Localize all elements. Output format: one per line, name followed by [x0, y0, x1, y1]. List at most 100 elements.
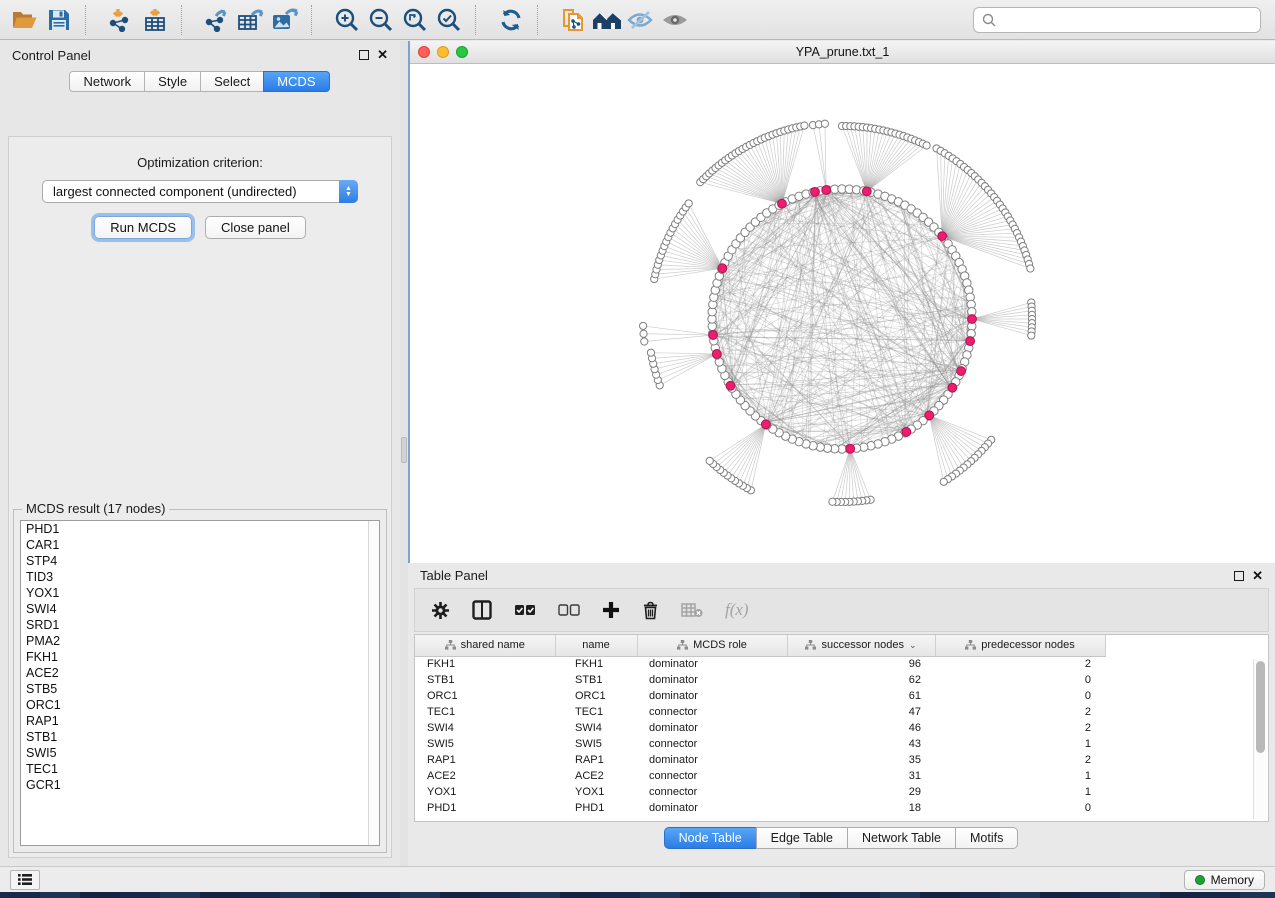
- zoom-fit-icon[interactable]: [398, 4, 432, 36]
- add-column-icon[interactable]: [602, 601, 620, 619]
- mcds-result-item[interactable]: TEC1: [21, 761, 379, 777]
- tab-mcds[interactable]: MCDS: [263, 71, 329, 92]
- table-row[interactable]: STB1STB1dominator620: [415, 672, 1105, 688]
- close-panel-button[interactable]: Close panel: [205, 216, 306, 239]
- table-row[interactable]: SWI5SWI5connector431: [415, 736, 1105, 752]
- table-row[interactable]: TEC1TEC1connector472: [415, 704, 1105, 720]
- mcds-node[interactable]: [966, 337, 975, 346]
- satellite-node[interactable]: [829, 498, 836, 505]
- tab-select[interactable]: Select: [200, 71, 264, 92]
- table-scrollbar-thumb[interactable]: [1256, 661, 1265, 753]
- column-header-successor-nodes[interactable]: successor nodes⌄: [787, 635, 935, 656]
- settings-gear-icon[interactable]: [431, 601, 450, 620]
- close-panel-icon[interactable]: ✕: [1252, 571, 1263, 581]
- satellite-node[interactable]: [706, 457, 713, 464]
- satellite-node[interactable]: [1028, 332, 1035, 339]
- close-panel-icon[interactable]: ✕: [377, 50, 388, 60]
- memory-button[interactable]: Memory: [1184, 870, 1265, 890]
- mcds-result-item[interactable]: RAP1: [21, 713, 379, 729]
- mcds-node[interactable]: [778, 199, 787, 208]
- mcds-result-item[interactable]: STB1: [21, 729, 379, 745]
- mcds-node[interactable]: [968, 315, 977, 324]
- column-header-MCDS-role[interactable]: MCDS role: [637, 635, 787, 656]
- export-image-icon[interactable]: [268, 4, 302, 36]
- delete-column-trash-icon[interactable]: [642, 601, 659, 620]
- export-network-icon[interactable]: [200, 4, 234, 36]
- satellite-node[interactable]: [1027, 265, 1034, 272]
- mcds-node[interactable]: [902, 428, 911, 437]
- hide-selected-eye-icon[interactable]: [624, 4, 658, 36]
- tab-network-table[interactable]: Network Table: [847, 827, 956, 849]
- mcds-result-item[interactable]: SWI5: [21, 745, 379, 761]
- save-icon[interactable]: [42, 4, 76, 36]
- show-column-icon[interactable]: [472, 600, 492, 620]
- open-folder-icon[interactable]: [8, 4, 42, 36]
- mcds-node[interactable]: [948, 383, 957, 392]
- satellite-node[interactable]: [640, 330, 647, 337]
- float-window-icon[interactable]: [359, 50, 369, 60]
- mcds-node[interactable]: [726, 381, 735, 390]
- result-list-scrollbar[interactable]: [368, 521, 379, 845]
- search-field[interactable]: [973, 7, 1261, 33]
- zoom-in-icon[interactable]: [330, 4, 364, 36]
- optimization-criterion-dropdown[interactable]: largest connected component (undirected)…: [42, 180, 358, 203]
- first-neighbors-icon[interactable]: [556, 4, 590, 36]
- go-home-icon[interactable]: [590, 4, 624, 36]
- table-row[interactable]: ORC1ORC1dominator610: [415, 688, 1105, 704]
- run-mcds-button[interactable]: Run MCDS: [94, 216, 192, 239]
- search-input[interactable]: [1002, 13, 1252, 27]
- mcds-node[interactable]: [761, 420, 770, 429]
- show-tasks-button[interactable]: [10, 870, 40, 890]
- deselect-all-icon[interactable]: [558, 603, 580, 617]
- network-canvas[interactable]: [410, 64, 1275, 561]
- show-all-eye-icon[interactable]: [658, 4, 692, 36]
- network-graph[interactable]: [410, 64, 1275, 561]
- mcds-node[interactable]: [862, 187, 871, 196]
- refresh-icon[interactable]: [494, 4, 528, 36]
- table-row[interactable]: SWI4SWI4dominator462: [415, 720, 1105, 736]
- table-scrollbar[interactable]: [1253, 659, 1266, 819]
- satellite-node[interactable]: [821, 120, 828, 127]
- table-row[interactable]: ACE2ACE2connector311: [415, 768, 1105, 784]
- network-window-titlebar[interactable]: YPA_prune.txt_1: [410, 41, 1275, 64]
- mcds-result-item[interactable]: YOX1: [21, 585, 379, 601]
- tab-node-table[interactable]: Node Table: [664, 827, 757, 849]
- column-header-shared-name[interactable]: shared name: [415, 635, 555, 656]
- satellite-node[interactable]: [641, 338, 648, 345]
- tab-style[interactable]: Style: [144, 71, 201, 92]
- mcds-result-item[interactable]: SWI4: [21, 601, 379, 617]
- mcds-node[interactable]: [846, 444, 855, 453]
- mcds-result-list[interactable]: PHD1CAR1STP4TID3YOX1SWI4SRD1PMA2FKH1ACE2…: [20, 520, 380, 846]
- mcds-result-item[interactable]: FKH1: [21, 649, 379, 665]
- mcds-result-item[interactable]: PMA2: [21, 633, 379, 649]
- mcds-node[interactable]: [709, 331, 718, 340]
- satellite-node[interactable]: [801, 122, 808, 129]
- node-table[interactable]: shared namenameMCDS rolesuccessor nodes⌄…: [414, 634, 1269, 822]
- vertical-splitter[interactable]: [400, 41, 408, 866]
- mcds-node[interactable]: [957, 367, 966, 376]
- mcds-node[interactable]: [712, 350, 721, 359]
- float-window-icon[interactable]: [1234, 571, 1244, 581]
- splitter-handle[interactable]: [401, 437, 407, 463]
- mcds-node[interactable]: [718, 264, 727, 273]
- mcds-result-item[interactable]: STB5: [21, 681, 379, 697]
- column-header-predecessor-nodes[interactable]: predecessor nodes: [935, 635, 1105, 656]
- zoom-selected-icon[interactable]: [432, 4, 466, 36]
- tab-motifs[interactable]: Motifs: [955, 827, 1018, 849]
- import-network-icon[interactable]: [104, 4, 138, 36]
- mcds-result-item[interactable]: TID3: [21, 569, 379, 585]
- table-row[interactable]: FKH1FKH1dominator962: [415, 656, 1105, 672]
- satellite-node[interactable]: [647, 349, 654, 356]
- mcds-result-item[interactable]: SRD1: [21, 617, 379, 633]
- zoom-out-icon[interactable]: [364, 4, 398, 36]
- tab-edge-table[interactable]: Edge Table: [756, 827, 848, 849]
- sort-chevron-icon[interactable]: ⌄: [909, 640, 917, 651]
- export-table-icon[interactable]: [234, 4, 268, 36]
- import-table-icon[interactable]: [138, 4, 172, 36]
- mcds-node[interactable]: [925, 411, 934, 420]
- satellite-node[interactable]: [940, 478, 947, 485]
- mcds-result-item[interactable]: GCR1: [21, 777, 379, 793]
- satellite-node[interactable]: [640, 322, 647, 329]
- mcds-result-item[interactable]: PHD1: [21, 521, 379, 537]
- mcds-result-item[interactable]: CAR1: [21, 537, 379, 553]
